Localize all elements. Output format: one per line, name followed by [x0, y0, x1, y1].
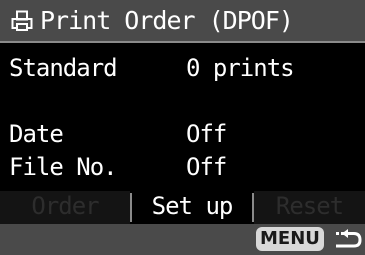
back-arrow-icon[interactable] — [334, 228, 362, 250]
setting-label-file-no: File No. — [9, 153, 118, 181]
tab-reset[interactable]: Reset — [254, 191, 365, 224]
page-title: Print Order (DPOF) — [40, 6, 294, 35]
setting-value-standard: 0 prints — [186, 54, 295, 82]
setting-value-date: Off — [186, 120, 227, 148]
setting-label-date: Date — [9, 120, 64, 148]
action-tabs: Order Set up Reset — [0, 191, 365, 224]
setting-label-standard: Standard — [9, 54, 118, 82]
camera-lcd-screen: Print Order (DPOF) Standard 0 prints Dat… — [0, 0, 365, 255]
footer-bar: MENU — [0, 224, 365, 255]
menu-button[interactable]: MENU — [256, 227, 324, 251]
print-icon — [11, 10, 33, 31]
title-bar: Print Order (DPOF) — [0, 0, 365, 43]
tab-set-up[interactable]: Set up — [132, 191, 252, 224]
setting-value-file-no: Off — [186, 153, 227, 181]
tab-order[interactable]: Order — [0, 191, 130, 224]
